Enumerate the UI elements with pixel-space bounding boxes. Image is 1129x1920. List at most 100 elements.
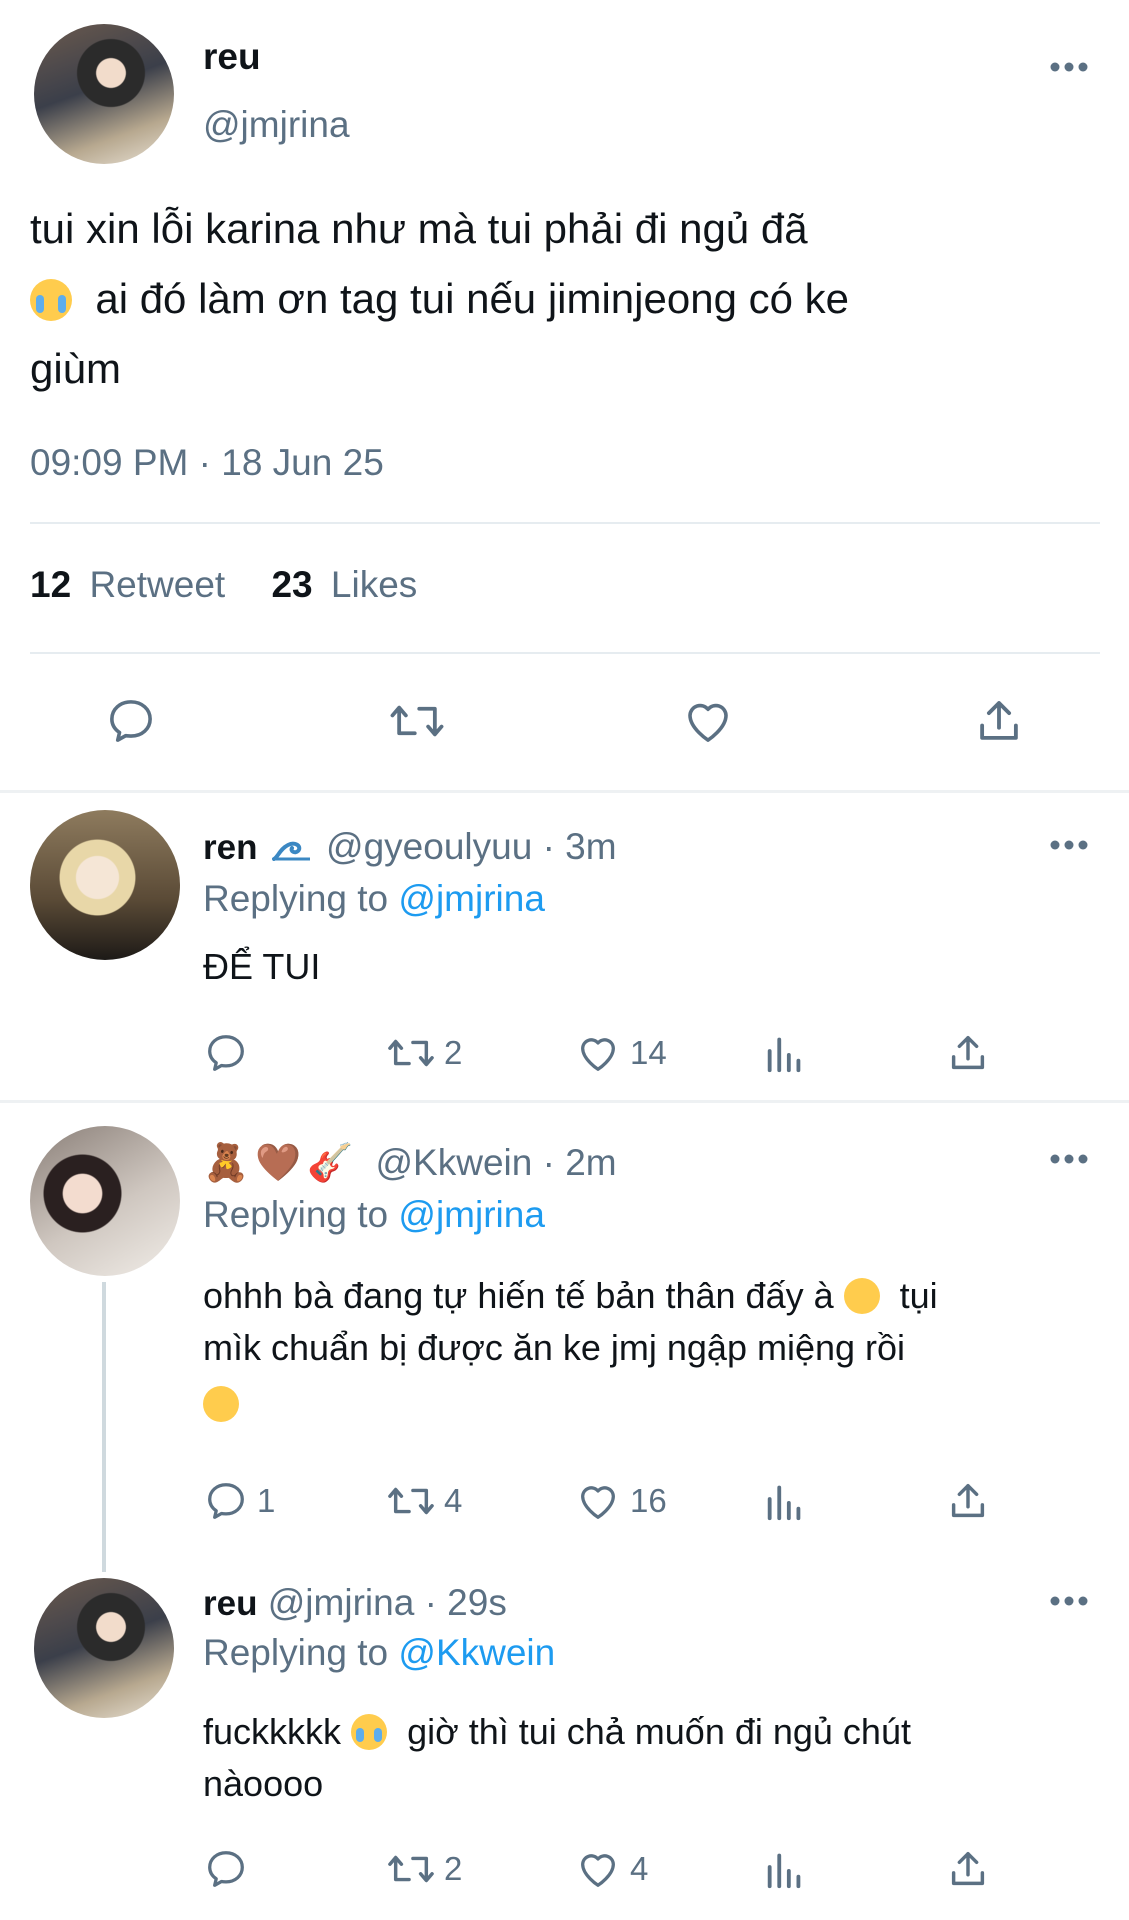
replying-to-handle[interactable]: @jmjrina: [398, 1194, 545, 1235]
more-options-icon[interactable]: [1050, 1596, 1088, 1606]
replying-to: Replying to @jmjrina: [203, 878, 545, 920]
reply-icon: [208, 1035, 244, 1071]
retweet-button[interactable]: 2: [386, 1846, 462, 1892]
retweet-button[interactable]: 2: [386, 1030, 462, 1076]
reply-icon: [208, 1851, 244, 1887]
share-button[interactable]: [945, 1030, 991, 1076]
divider: [30, 522, 1100, 524]
reply-button[interactable]: [203, 1846, 257, 1892]
reply-icon: [110, 700, 152, 742]
reply-author-handle[interactable]: @Kkwein: [376, 1142, 533, 1183]
tweet-text-line: ai đó làm ơn tag tui nếu jiminjeong có k…: [30, 264, 1100, 334]
analytics-button[interactable]: [762, 1846, 808, 1892]
reply-button[interactable]: [203, 1030, 257, 1076]
tweet-stats: 12 Retweet 23 Likes: [30, 564, 417, 606]
reply-text-segment: ohhh bà đang tự hiến tế bản thân đấy à: [203, 1275, 834, 1316]
like-count: 14: [630, 1034, 667, 1071]
retweet-icon: [390, 705, 444, 737]
reply-author-name-emojis[interactable]: 🧸🤎🎸: [203, 1142, 359, 1183]
replying-to: Replying to @Kkwein: [203, 1632, 555, 1674]
section-divider: [0, 1100, 1129, 1103]
tweet-text: tui xin lỗi karina như mà tui phải đi ng…: [30, 194, 1100, 404]
like-count: 4: [630, 1850, 649, 1887]
share-icon: [951, 1851, 985, 1886]
reply-text-segment: tụi: [899, 1275, 938, 1316]
reply-avatar[interactable]: [30, 1126, 180, 1276]
tweet-text-line: tui xin lỗi karina như mà tui phải đi ng…: [30, 205, 808, 252]
reply-header: reu @jmjrina · 29s: [203, 1582, 507, 1624]
tweet-timestamp: 09:09 PM · 18 Jun 25: [30, 442, 384, 483]
more-options-icon[interactable]: [1050, 1154, 1088, 1164]
like-count: 16: [630, 1482, 667, 1519]
author-handle[interactable]: @jmjrina: [203, 104, 350, 146]
reply-avatar[interactable]: [34, 1578, 174, 1718]
reply-text-segment: giờ thì tui chả muốn đi ngủ chút: [407, 1711, 911, 1752]
reply-count: 1: [257, 1482, 276, 1519]
section-divider: [0, 790, 1129, 793]
share-button[interactable]: [945, 1478, 991, 1524]
retweet-button[interactable]: 4: [386, 1478, 462, 1524]
analytics-button[interactable]: [762, 1030, 808, 1076]
reply-text-line: [203, 1378, 1103, 1430]
replying-to-label: Replying to: [203, 878, 389, 919]
retweet-icon: [388, 1855, 434, 1883]
analytics-button[interactable]: [762, 1478, 808, 1524]
author-avatar[interactable]: [34, 24, 174, 164]
reply-header: ren @gyeoulyuu · 3m: [203, 826, 617, 868]
reply-text-line: fuckkkkk giờ thì tui chả muốn đi ngủ chú…: [203, 1706, 1103, 1758]
reply-button[interactable]: 1: [203, 1478, 275, 1524]
author-name[interactable]: reu: [203, 36, 261, 78]
reply-time: · 2m: [542, 1142, 617, 1183]
like-button[interactable]: 16: [574, 1478, 667, 1524]
retweet-count[interactable]: 12: [30, 564, 71, 605]
reply-text-line: nàoooo: [203, 1763, 324, 1804]
divider: [30, 652, 1100, 654]
retweet-count: 4: [444, 1482, 463, 1519]
retweet-count: 2: [444, 1850, 463, 1887]
heart-icon: [581, 1038, 615, 1071]
loudly-crying-emoji-icon: [351, 1714, 388, 1750]
retweet-button[interactable]: [388, 694, 446, 748]
reply-author-name[interactable]: reu: [203, 1584, 257, 1623]
thread-line: [102, 1282, 106, 1572]
reply-time: · 29s: [424, 1582, 507, 1623]
retweet-icon: [388, 1039, 434, 1067]
like-button[interactable]: 4: [574, 1846, 648, 1892]
reply-author-name[interactable]: ren: [203, 828, 257, 867]
replying-to-handle[interactable]: @jmjrina: [398, 878, 545, 919]
heart-icon: [581, 1854, 615, 1887]
more-options-icon[interactable]: [1050, 62, 1088, 72]
reply-text-line: ohhh bà đang tự hiến tế bản thân đấy à t…: [203, 1270, 1103, 1322]
likes-count[interactable]: 23: [271, 564, 312, 605]
replying-to: Replying to @jmjrina: [203, 1194, 545, 1236]
analytics-icon: [767, 1037, 801, 1073]
share-button[interactable]: [972, 694, 1026, 748]
replying-to-handle[interactable]: @Kkwein: [398, 1632, 555, 1673]
heart-icon: [581, 1486, 615, 1519]
tweet-text-segment: ai đó làm ơn tag tui nếu jiminjeong có k…: [95, 275, 849, 322]
share-icon: [951, 1483, 985, 1518]
reply-text-segment: fuckkkkk: [203, 1711, 342, 1752]
yum-face-emoji-icon: [203, 1386, 239, 1422]
reply-icon: [208, 1483, 244, 1519]
reply-time: · 3m: [542, 826, 617, 867]
reply-text: ohhh bà đang tự hiến tế bản thân đấy à t…: [203, 1270, 1103, 1430]
like-button[interactable]: 14: [574, 1030, 667, 1076]
reply-text: ĐỂ TUI: [203, 946, 321, 987]
analytics-icon: [767, 1853, 801, 1889]
analytics-icon: [767, 1485, 801, 1521]
reply-button[interactable]: [104, 694, 158, 748]
tweet-text-line: giùm: [30, 345, 122, 392]
retweet-label[interactable]: Retweet: [89, 564, 225, 605]
reply-author-handle[interactable]: @gyeoulyuu: [326, 826, 532, 867]
share-button[interactable]: [945, 1846, 991, 1892]
reply-avatar[interactable]: [30, 810, 180, 960]
replying-to-label: Replying to: [203, 1194, 389, 1235]
reply-author-handle[interactable]: @jmjrina: [268, 1582, 415, 1623]
face-with-hand-over-mouth-emoji-icon: [843, 1278, 880, 1314]
likes-label[interactable]: Likes: [331, 564, 417, 605]
more-options-icon[interactable]: [1050, 840, 1088, 850]
share-icon: [951, 1035, 985, 1070]
loudly-crying-emoji-icon: [30, 279, 72, 321]
like-button[interactable]: [680, 694, 736, 748]
